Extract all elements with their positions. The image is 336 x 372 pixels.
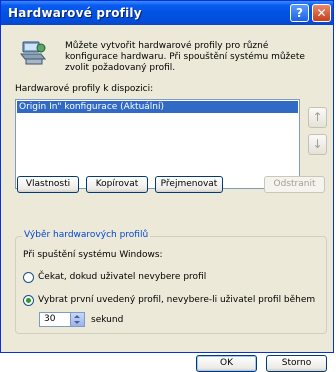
spin-down-icon[interactable] xyxy=(74,321,80,324)
radio-auto[interactable] xyxy=(23,295,34,306)
title-bar[interactable]: Hardwarové profily ? ✕ xyxy=(1,1,333,25)
move-down-button[interactable]: ↓ xyxy=(308,134,327,155)
window-title: Hardwarové profily xyxy=(8,6,142,20)
intro-text: Můžete vytvořit hardwarové profily pro r… xyxy=(65,41,305,73)
spin-up-icon[interactable] xyxy=(74,315,80,318)
list-item-selected[interactable]: Origin In" konfigurace (Aktuální) xyxy=(17,101,298,113)
properties-button[interactable]: Vlastnosti xyxy=(17,176,79,193)
cancel-button[interactable]: Storno xyxy=(266,355,327,372)
profiles-label: Hardwarové profily k dispozici: xyxy=(15,84,154,94)
timeout-value[interactable]: 30 xyxy=(44,314,55,324)
hardware-profiles-dialog: Hardwarové profily ? ✕ Můžete vytvořit h… xyxy=(0,0,334,372)
option-auto-label[interactable]: Vybrat první uvedený profil, nevybere-li… xyxy=(38,295,315,305)
radio-selected-dot xyxy=(26,298,31,303)
question-mark-icon: ? xyxy=(296,6,303,20)
timeout-spinner[interactable]: 30 xyxy=(39,312,85,327)
close-button[interactable]: ✕ xyxy=(312,4,331,22)
startup-label: Při spuštění systému Windows: xyxy=(23,250,163,260)
dialog-body: Můžete vytvořit hardwarové profily pro r… xyxy=(4,25,330,372)
copy-button[interactable]: Kopírovat xyxy=(86,176,148,193)
close-icon: ✕ xyxy=(316,6,327,20)
rename-button[interactable]: Přejmenovat xyxy=(155,176,223,193)
timeout-unit-label: sekund xyxy=(91,315,124,325)
help-button[interactable]: ? xyxy=(290,4,309,22)
radio-wait[interactable] xyxy=(23,272,34,283)
remove-button[interactable]: Odstranit xyxy=(264,176,325,193)
arrow-up-icon: ↑ xyxy=(312,110,323,124)
spinner-buttons[interactable] xyxy=(70,313,84,326)
ok-button[interactable]: OK xyxy=(196,355,257,372)
group-title: Výběr hardwarových profilů xyxy=(22,230,151,240)
option-wait-label[interactable]: Čekat, dokud uživatel nevybere profil xyxy=(38,272,206,282)
hardware-profile-icon xyxy=(20,41,47,65)
move-up-button[interactable]: ↑ xyxy=(308,107,327,128)
arrow-down-icon: ↓ xyxy=(312,137,323,151)
